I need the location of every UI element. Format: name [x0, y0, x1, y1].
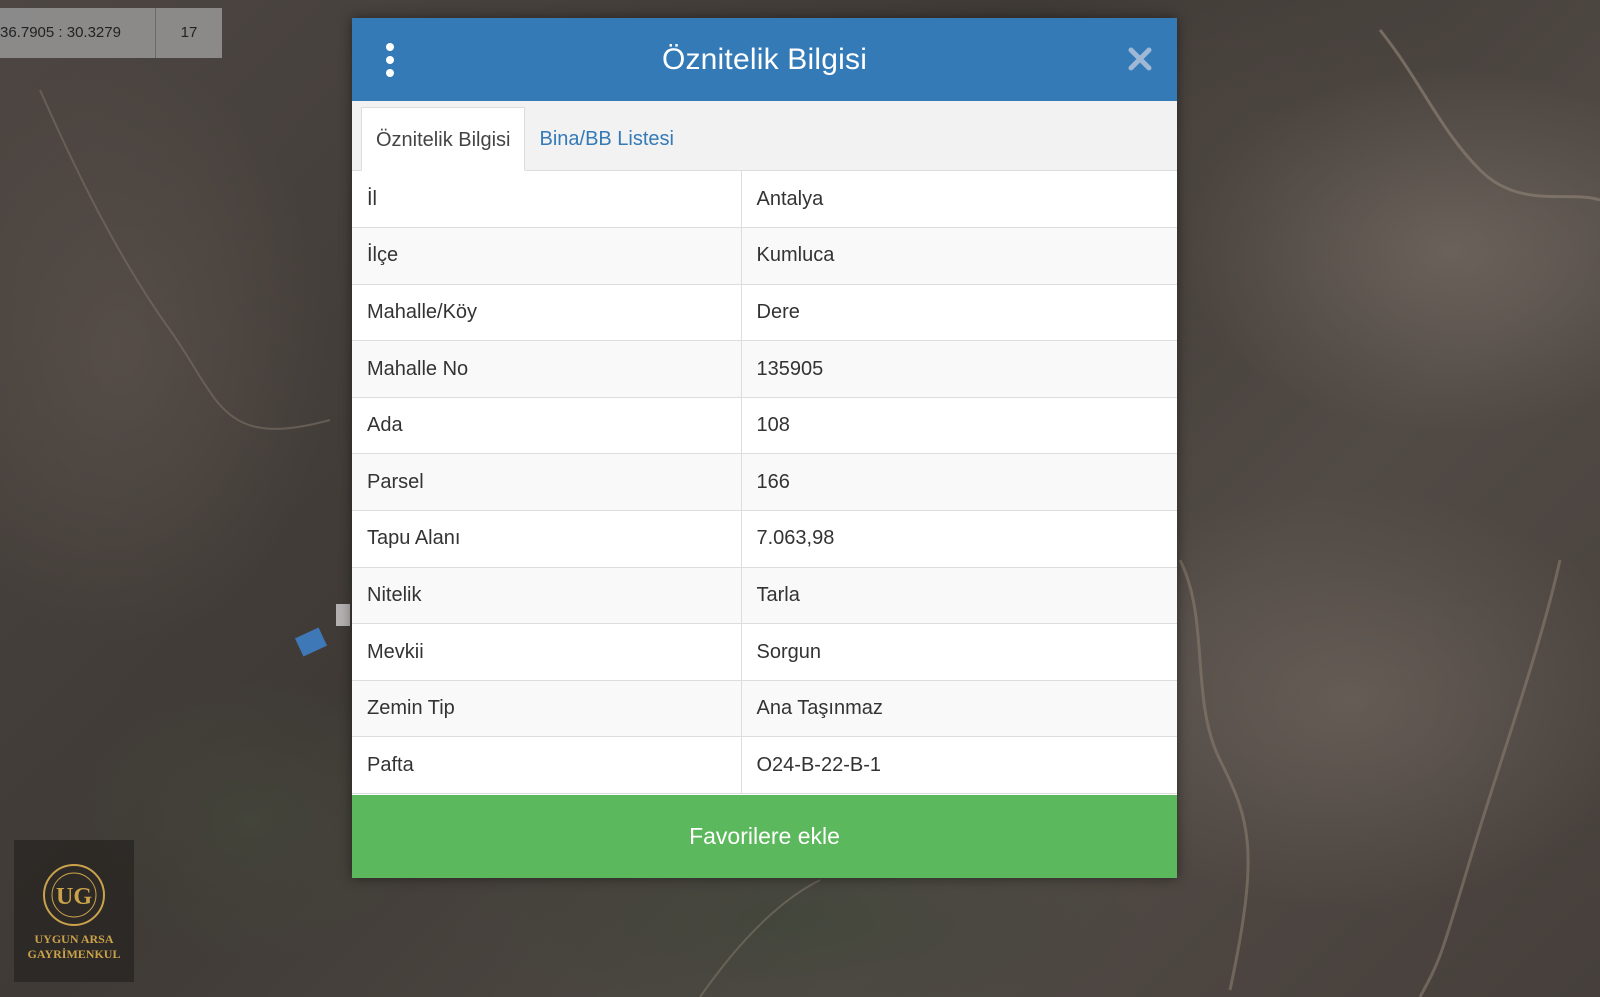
attribute-value: 166	[741, 453, 1177, 512]
attribute-key: Parsel	[352, 453, 742, 512]
attribute-key: Ada	[352, 397, 742, 455]
table-row: Parsel 166	[352, 453, 1177, 512]
attribute-info-dialog: Öznitelik Bilgisi Öznitelik Bilgisi Bina…	[352, 18, 1177, 878]
table-row: Nitelik Tarla	[352, 567, 1177, 625]
table-row: Mevkii Sorgun	[352, 623, 1177, 681]
attribute-key: İlçe	[352, 227, 742, 285]
table-row: Tapu Alanı 7.063,98	[352, 510, 1177, 568]
attribute-value: Antalya	[741, 171, 1177, 229]
brand-logo-watermark: UG UYGUN ARSA GAYRİMENKUL	[14, 840, 134, 982]
vertical-dots-icon[interactable]	[380, 43, 400, 77]
add-to-favorites-button[interactable]: Favorilere ekle	[352, 795, 1177, 878]
attribute-key: Mahalle No	[352, 340, 742, 398]
attribute-value: 108	[741, 397, 1177, 455]
brand-name-line2: GAYRİMENKUL	[27, 947, 121, 961]
zoom-level: 17	[180, 24, 198, 41]
attribute-table: İl Antalya İlçe Kumluca Mahalle/Köy Dere…	[352, 171, 1177, 795]
attribute-value: O24-B-22-B-1	[741, 736, 1177, 795]
table-row: Mahalle/Köy Dere	[352, 284, 1177, 342]
attribute-key: Nitelik	[352, 567, 742, 625]
coordinate-value: 36.7905 : 30.3279	[0, 8, 156, 58]
attribute-value: Sorgun	[741, 623, 1177, 681]
attribute-value: 7.063,98	[741, 510, 1177, 568]
attribute-value: Ana Taşınmaz	[741, 680, 1177, 738]
table-row: Zemin Tip Ana Taşınmaz	[352, 680, 1177, 738]
tab-building-list[interactable]: Bina/BB Listesi	[525, 107, 688, 171]
svg-text:UG: UG	[56, 884, 92, 910]
attribute-value: Dere	[741, 284, 1177, 342]
attribute-key: Zemin Tip	[352, 680, 742, 738]
brand-name: UYGUN ARSA GAYRİMENKUL	[28, 932, 121, 962]
attribute-value: 135905	[741, 340, 1177, 398]
dialog-tabs: Öznitelik Bilgisi Bina/BB Listesi	[352, 101, 1177, 171]
attribute-key: Tapu Alanı	[352, 510, 742, 568]
dialog-title: Öznitelik Bilgisi	[661, 42, 868, 76]
table-row: İlçe Kumluca	[352, 227, 1177, 285]
table-row: İl Antalya	[352, 171, 1177, 229]
attribute-key: Pafta	[352, 736, 742, 795]
attribute-key: Mahalle/Köy	[352, 284, 742, 342]
tab-attribute-info[interactable]: Öznitelik Bilgisi	[361, 107, 526, 171]
table-row: Pafta O24-B-22-B-1	[352, 736, 1177, 795]
table-row: Ada 108	[352, 397, 1177, 455]
dialog-header: Öznitelik Bilgisi	[352, 18, 1177, 101]
brand-seal-icon: UG	[43, 864, 105, 926]
brand-name-line1: UYGUN ARSA	[34, 932, 114, 946]
close-icon[interactable]	[1125, 44, 1155, 74]
table-row: Mahalle No 135905	[352, 340, 1177, 398]
attribute-value: Tarla	[741, 567, 1177, 625]
attribute-key: İl	[352, 171, 742, 229]
attribute-key: Mevkii	[352, 623, 742, 681]
attribute-value: Kumluca	[741, 227, 1177, 285]
coordinate-readout: 36.7905 : 30.3279 17	[0, 8, 222, 58]
